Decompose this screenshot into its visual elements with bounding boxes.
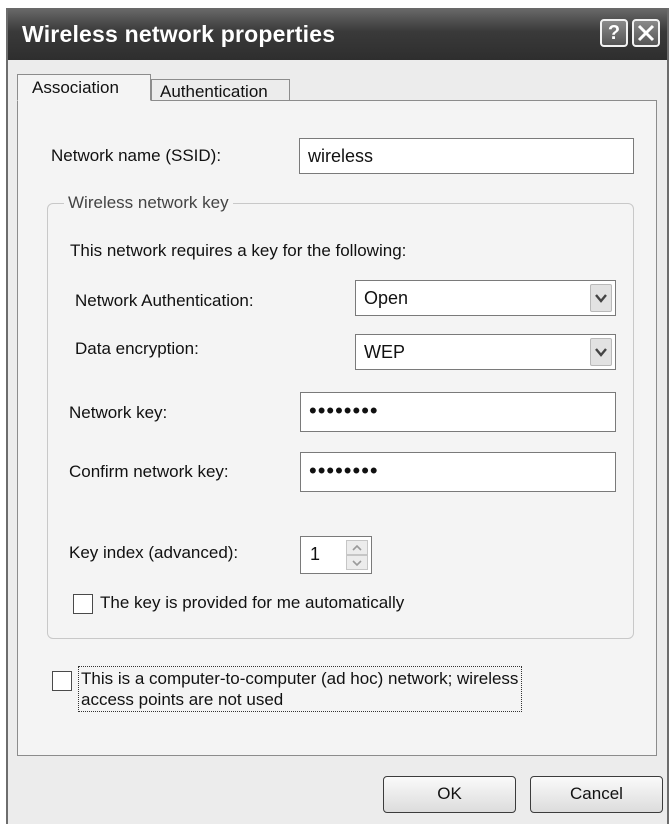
window-title: Wireless network properties (22, 21, 336, 47)
network-auth-label: Network Authentication: (75, 291, 254, 310)
spin-up-button[interactable] (346, 540, 368, 555)
data-encryption-label: Data encryption: (75, 339, 199, 358)
ssid-label: Network name (SSID): (51, 146, 222, 165)
adhoc-label[interactable]: This is a computer-to-computer (ad hoc) … (78, 666, 523, 712)
tab-authentication[interactable]: Authentication (151, 79, 290, 101)
data-encryption-dropdown-button[interactable] (590, 338, 612, 366)
title-bar[interactable]: Wireless network properties ? (8, 8, 667, 60)
help-button[interactable]: ? (600, 19, 628, 47)
ok-button[interactable]: OK (383, 776, 516, 813)
spin-down-button[interactable] (346, 555, 368, 570)
tab-association[interactable]: Association (17, 74, 151, 101)
network-auth-dropdown-button[interactable] (590, 284, 612, 312)
key-index-label: Key index (advanced): (69, 543, 239, 562)
network-key-input[interactable]: •••••••• (300, 392, 616, 432)
data-encryption-select[interactable]: WEP (355, 334, 616, 370)
wireless-key-group-title: Wireless network key (64, 193, 233, 213)
chevron-down-icon (595, 294, 607, 303)
chevron-down-icon (595, 348, 607, 357)
confirm-key-label: Confirm network key: (69, 462, 229, 481)
network-auth-select[interactable]: Open (355, 280, 616, 316)
adhoc-label-line1: This is a computer-to-computer (ad hoc) … (81, 669, 519, 688)
close-icon (637, 24, 655, 42)
key-index-spinner[interactable]: 1 (300, 536, 372, 574)
network-key-label: Network key: (69, 403, 168, 422)
ssid-input[interactable]: wireless (299, 138, 634, 174)
chevron-up-icon (352, 545, 362, 551)
data-encryption-value: WEP (364, 342, 406, 362)
key-index-value: 1 (310, 544, 321, 564)
close-button[interactable] (632, 19, 660, 47)
requires-key-text: This network requires a key for the foll… (70, 241, 407, 260)
confirm-key-input[interactable]: •••••••• (300, 452, 616, 492)
auto-key-checkbox[interactable] (73, 594, 93, 614)
auto-key-label: The key is provided for me automatically (100, 593, 405, 612)
adhoc-label-line2: access points are not used (81, 690, 284, 709)
chevron-down-icon (352, 560, 362, 566)
cancel-button[interactable]: Cancel (530, 776, 663, 813)
adhoc-checkbox[interactable] (52, 671, 72, 691)
network-auth-value: Open (364, 288, 409, 308)
